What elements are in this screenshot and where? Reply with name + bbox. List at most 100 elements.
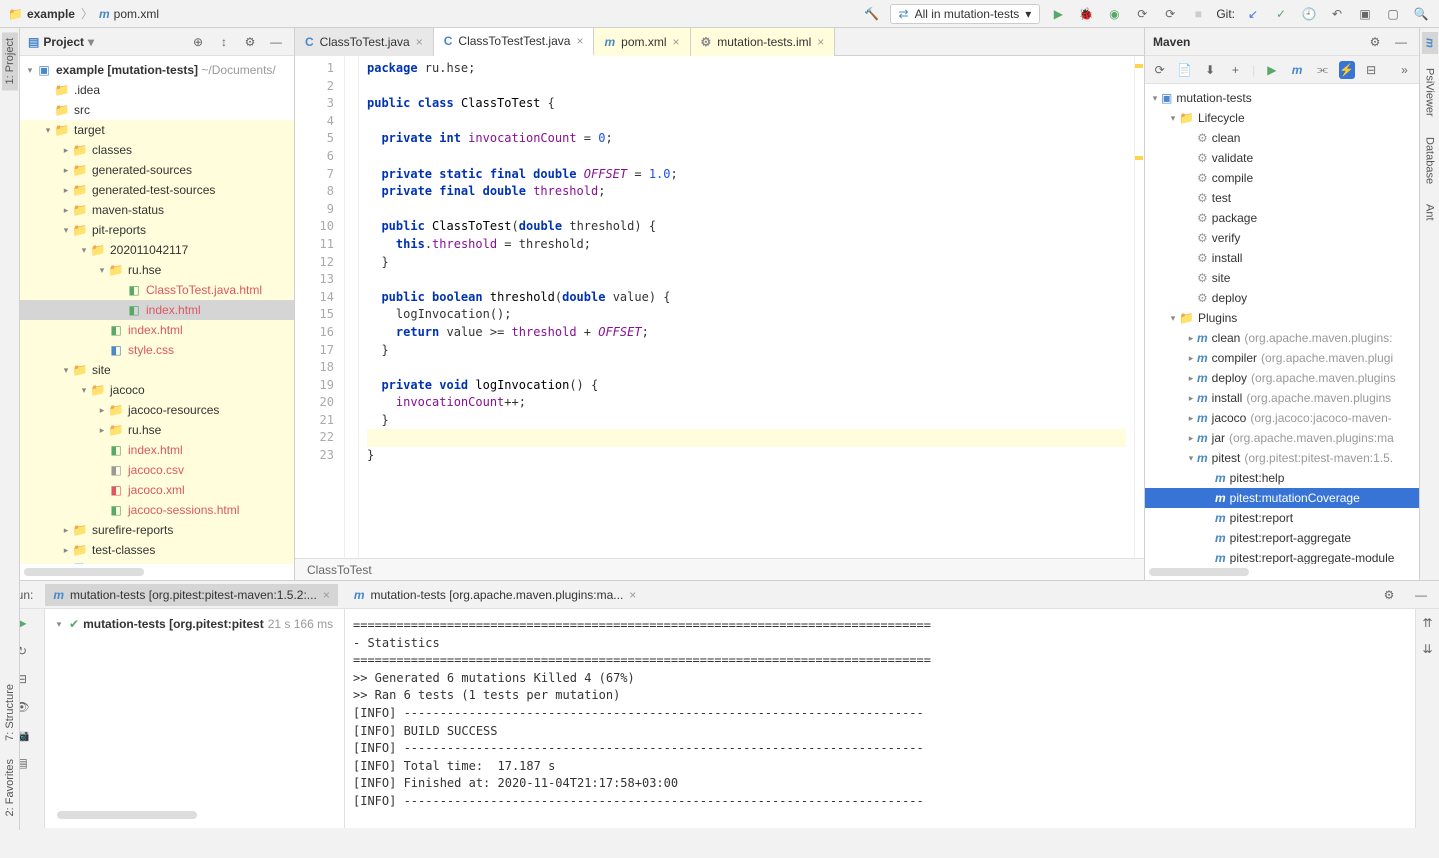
code-area[interactable]: package ru.hse; public class ClassToTest…: [359, 56, 1134, 558]
scrollbar[interactable]: [57, 811, 197, 819]
maven-icon[interactable]: m: [1288, 60, 1305, 80]
maven-plugins[interactable]: ▾📁Plugins: [1145, 308, 1419, 328]
left-tab-project[interactable]: 1: Project: [2, 32, 18, 90]
tree-node[interactable]: ◧ClassToTest.java.html: [20, 280, 294, 300]
screen-icon[interactable]: ▢: [1383, 4, 1403, 24]
tree-node[interactable]: ◧index.html: [20, 440, 294, 460]
maven-plugin[interactable]: ▾mpitest(org.pitest:pitest-maven:1.5.: [1145, 448, 1419, 468]
maven-lifecycle[interactable]: ▾📁Lifecycle: [1145, 108, 1419, 128]
tree-node[interactable]: ◧index.html: [20, 320, 294, 340]
debug-icon[interactable]: 🐞: [1076, 4, 1096, 24]
offline-icon[interactable]: ⚡: [1339, 61, 1355, 79]
select-opened-icon[interactable]: ⊕: [188, 32, 208, 52]
tree-node[interactable]: ◧index.html: [20, 300, 294, 320]
maven-goal[interactable]: ⚙package: [1145, 208, 1419, 228]
tree-node[interactable]: ▸📁test-classes: [20, 540, 294, 560]
close-icon[interactable]: ×: [416, 35, 423, 49]
close-icon[interactable]: ×: [323, 588, 330, 602]
maven-plugin[interactable]: ▸mdeploy(org.apache.maven.plugins: [1145, 368, 1419, 388]
maven-plugin-goal[interactable]: mpitest:report-aggregate: [1145, 528, 1419, 548]
right-tab-psi[interactable]: PsiViewer: [1422, 62, 1438, 123]
tree-node[interactable]: ▸📁jacoco-resources: [20, 400, 294, 420]
git-commit-icon[interactable]: ✓: [1271, 4, 1291, 24]
run-test-tree[interactable]: ▾ ✔ mutation-tests [org.pitest:pitest 21…: [45, 609, 345, 828]
gear-icon[interactable]: ⚙: [1379, 585, 1399, 605]
maven-goal[interactable]: ⚙install: [1145, 248, 1419, 268]
maven-plugin-goal[interactable]: mpitest:mutationCoverage: [1145, 488, 1419, 508]
build-icon[interactable]: 🔨: [862, 4, 882, 24]
maven-tree[interactable]: ▾▣mutation-tests▾📁Lifecycle⚙clean⚙valida…: [1145, 84, 1419, 564]
maven-plugin[interactable]: ▸mcompiler(org.apache.maven.plugi: [1145, 348, 1419, 368]
tree-node[interactable]: ▸📁surefire-reports: [20, 520, 294, 540]
breadcrumb-file[interactable]: m pom.xml: [99, 7, 159, 21]
run-tab[interactable]: mmutation-tests [org.pitest:pitest-maven…: [45, 584, 337, 606]
tree-node[interactable]: ▾📁site: [20, 360, 294, 380]
close-icon[interactable]: ×: [817, 35, 824, 49]
reload-icon[interactable]: ⟳: [1151, 60, 1168, 80]
maven-plugin-goal[interactable]: mpitest:report: [1145, 508, 1419, 528]
ide-icon[interactable]: ▣: [1355, 4, 1375, 24]
editor-tab[interactable]: CClassToTest.java×: [295, 28, 434, 56]
maven-root[interactable]: ▾▣mutation-tests: [1145, 88, 1419, 108]
maven-plugin-goal[interactable]: mpitest:report-aggregate-module: [1145, 548, 1419, 564]
project-panel-title[interactable]: ▤ Project ▾: [28, 35, 188, 49]
search-icon[interactable]: 🔍: [1411, 4, 1431, 24]
maven-plugin-goal[interactable]: mpitest:help: [1145, 468, 1419, 488]
maven-goal[interactable]: ⚙test: [1145, 188, 1419, 208]
tree-node[interactable]: ◧style.css: [20, 340, 294, 360]
tree-node[interactable]: ▸📁generated-test-sources: [20, 180, 294, 200]
hide-icon[interactable]: —: [1411, 585, 1431, 605]
tree-node[interactable]: 📄jacoco.exec: [20, 560, 294, 564]
maven-goal[interactable]: ⚙site: [1145, 268, 1419, 288]
breadcrumb-project[interactable]: 📁 example: [8, 7, 75, 21]
maven-plugin[interactable]: ▸minstall(org.apache.maven.plugins: [1145, 388, 1419, 408]
maven-plugin[interactable]: ▸mclean(org.apache.maven.plugins:: [1145, 328, 1419, 348]
up-icon[interactable]: ⇈: [1418, 613, 1438, 633]
right-tab-maven[interactable]: m: [1422, 32, 1438, 54]
tree-node[interactable]: ▸📁maven-status: [20, 200, 294, 220]
tree-node[interactable]: ▾📁ru.hse: [20, 260, 294, 280]
right-tab-database[interactable]: Database: [1422, 131, 1438, 190]
maven-goal[interactable]: ⚙verify: [1145, 228, 1419, 248]
tree-node[interactable]: ▸📁generated-sources: [20, 160, 294, 180]
generate-icon[interactable]: 📄: [1176, 60, 1193, 80]
run-tab[interactable]: mmutation-tests [org.apache.maven.plugin…: [346, 584, 644, 606]
git-update-icon[interactable]: ↙: [1243, 4, 1263, 24]
maven-plugin[interactable]: ▸mjacoco(org.jacoco:jacoco-maven-: [1145, 408, 1419, 428]
coverage-icon[interactable]: ◉: [1104, 4, 1124, 24]
right-tab-ant[interactable]: Ant: [1422, 198, 1438, 227]
tree-node[interactable]: ▾📁target: [20, 120, 294, 140]
collapse-icon[interactable]: ⊟: [1363, 60, 1380, 80]
editor-tab[interactable]: CClassToTestTest.java×: [434, 28, 595, 56]
more-icon[interactable]: »: [1396, 60, 1413, 80]
run-console[interactable]: ========================================…: [345, 609, 1415, 828]
left-tab-structure[interactable]: 7: Structure: [2, 678, 18, 747]
editor-body[interactable]: 1234567891011121314151617181920212223 pa…: [295, 56, 1144, 558]
stop-icon[interactable]: ■: [1188, 4, 1208, 24]
gear-icon[interactable]: ⚙: [1365, 32, 1385, 52]
run-config-select[interactable]: ⇄ All in mutation-tests ▾: [890, 4, 1041, 24]
download-icon[interactable]: ⬇: [1202, 60, 1219, 80]
gear-icon[interactable]: ⚙: [240, 32, 260, 52]
maven-plugin[interactable]: ▸mjar(org.apache.maven.plugins:ma: [1145, 428, 1419, 448]
run-icon[interactable]: ▶: [1048, 4, 1068, 24]
tree-root[interactable]: ▾ ▣ example [mutation-tests] ~/Documents…: [20, 60, 294, 80]
editor-tab[interactable]: ⚙mutation-tests.iml×: [691, 28, 836, 56]
hide-icon[interactable]: —: [266, 32, 286, 52]
close-icon[interactable]: ×: [672, 35, 679, 49]
tree-node[interactable]: ▾📁pit-reports: [20, 220, 294, 240]
project-tree[interactable]: ▾ ▣ example [mutation-tests] ~/Documents…: [20, 56, 294, 564]
maven-goal[interactable]: ⚙clean: [1145, 128, 1419, 148]
tree-node[interactable]: ◧jacoco.xml: [20, 480, 294, 500]
profile-icon[interactable]: ⟳: [1132, 4, 1152, 24]
tree-node[interactable]: ▾📁jacoco: [20, 380, 294, 400]
run-tree-item[interactable]: ▾ ✔ mutation-tests [org.pitest:pitest 21…: [53, 617, 336, 631]
tree-node[interactable]: 📁.idea: [20, 80, 294, 100]
scrollbar[interactable]: [24, 568, 144, 576]
maven-goal[interactable]: ⚙validate: [1145, 148, 1419, 168]
close-icon[interactable]: ×: [629, 588, 636, 602]
maven-goal[interactable]: ⚙deploy: [1145, 288, 1419, 308]
toggle-icon[interactable]: ⫘: [1314, 60, 1331, 80]
run-icon[interactable]: ▶: [1263, 60, 1280, 80]
tree-node[interactable]: 📁src: [20, 100, 294, 120]
